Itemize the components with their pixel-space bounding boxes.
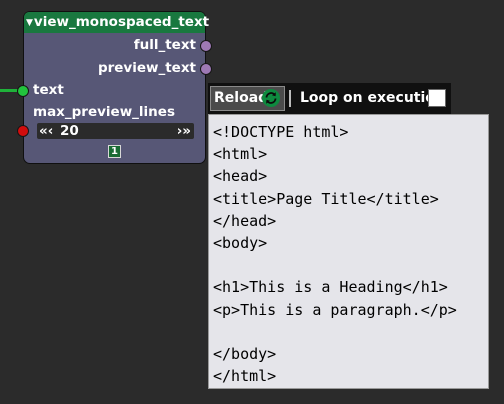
- reload-button-label: Reload: [214, 90, 269, 106]
- text-line: <h1>This is a Heading</h1>: [213, 278, 448, 297]
- view-monospaced-text-node[interactable]: ▼view_monospaced_text full_text preview_…: [17, 11, 212, 164]
- node-header[interactable]: ▼view_monospaced_text: [24, 12, 209, 33]
- text-line: <p>This is a paragraph.</p>: [213, 300, 457, 319]
- max-preview-lines-field[interactable]: «‹ 20 ›»: [37, 123, 194, 139]
- node-title: view_monospaced_text: [33, 14, 210, 30]
- text-line: <!DOCTYPE html>: [213, 123, 349, 141]
- input-socket-text[interactable]: [17, 85, 29, 97]
- loop-on-execution-label: Loop on execution: [300, 90, 445, 106]
- node-count-badge: 1: [108, 145, 121, 158]
- text-line: <title>Page Title</title>: [213, 189, 439, 208]
- output-socket-full-text[interactable]: [200, 40, 212, 52]
- input-wire: [0, 89, 18, 92]
- viewer-toolbar: Reload Loop on execution: [208, 83, 451, 114]
- toolbar-separator: [289, 90, 291, 107]
- max-preview-lines-value: 20: [60, 123, 79, 139]
- increment-arrows-icon[interactable]: ›»: [177, 123, 191, 139]
- reload-icon: [262, 89, 280, 107]
- text-line: <html>: [213, 145, 268, 164]
- text-line: <body>: [213, 233, 268, 252]
- node-editor-canvas[interactable]: ▼view_monospaced_text full_text preview_…: [0, 0, 504, 404]
- loop-on-execution-checkbox[interactable]: [428, 89, 446, 107]
- reload-button[interactable]: Reload: [210, 86, 285, 111]
- input-label-max-preview-lines: max_preview_lines: [33, 104, 175, 120]
- input-label-text: text: [33, 82, 64, 98]
- output-label-preview-text: preview_text: [97, 60, 196, 76]
- text-line: [213, 254, 488, 276]
- output-socket-preview-text[interactable]: [200, 63, 212, 75]
- output-label-full-text: full_text: [133, 37, 196, 53]
- text-line: </html>: [213, 367, 277, 386]
- text-line: </head>: [213, 211, 277, 230]
- decrement-arrows-icon[interactable]: «‹: [39, 123, 53, 139]
- text-line: </body>: [213, 344, 277, 363]
- text-line: [213, 321, 488, 343]
- collapse-arrow-icon[interactable]: ▼: [26, 18, 33, 28]
- monospaced-text-view[interactable]: <!DOCTYPE html> <html> <head> <title>Page T…: [208, 114, 489, 389]
- input-socket-max-preview-lines[interactable]: [17, 125, 29, 137]
- text-line: <head>: [213, 167, 268, 186]
